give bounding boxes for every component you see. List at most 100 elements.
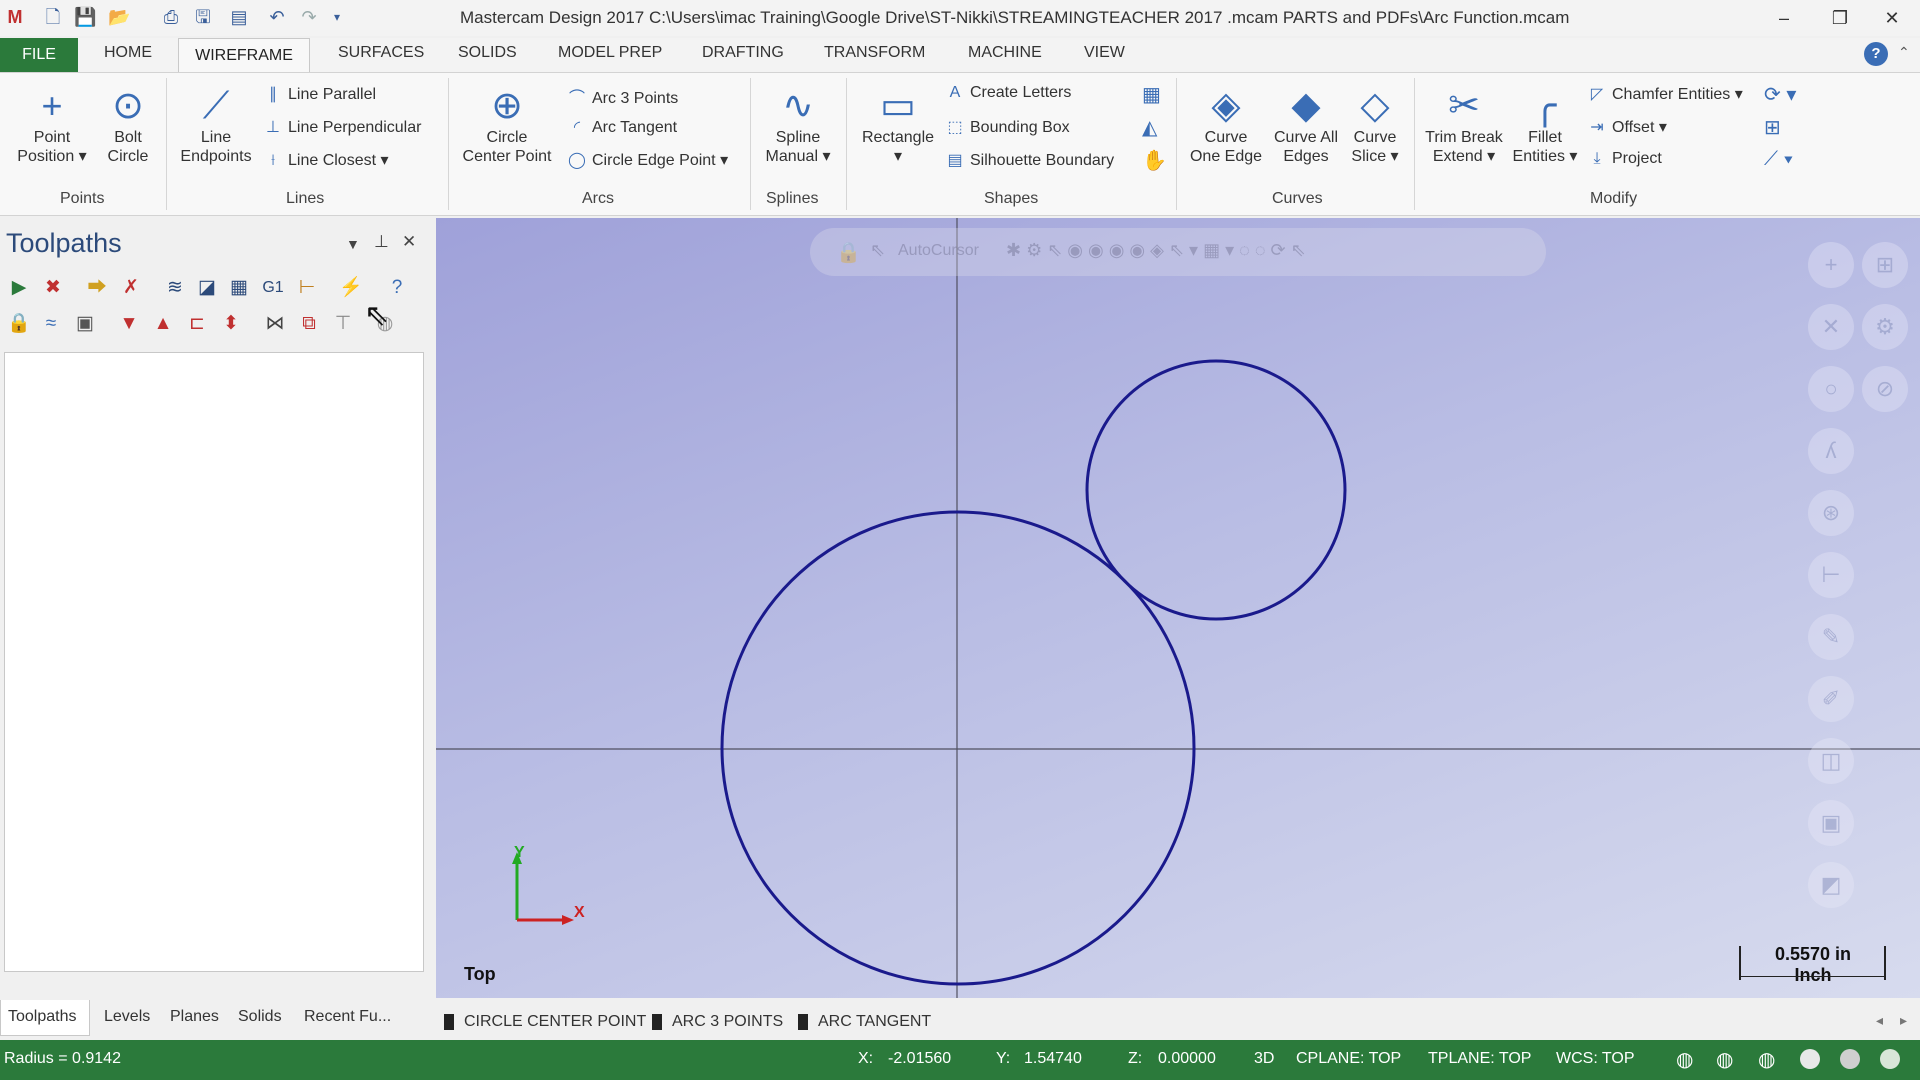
lock-icon[interactable]: 🔒 (6, 311, 32, 337)
tab-recent-functions[interactable]: Recent Fu... (304, 1008, 391, 1026)
arc-tangent-button[interactable]: ◜ Arc Tangent (566, 117, 677, 137)
rectangle-button[interactable]: ▭ Rectangle ▾ (852, 84, 944, 166)
globe-shaded-icon[interactable]: ◍ (1758, 1047, 1775, 1072)
pin-icon[interactable]: ⊥ (374, 232, 389, 252)
line-parallel-button[interactable]: ∥ Line Parallel (262, 84, 376, 104)
minimize-button[interactable]: – (1764, 6, 1804, 30)
panel-menu-icon[interactable]: ▼ (346, 236, 360, 252)
sphere-shaded-icon[interactable] (1840, 1049, 1860, 1069)
scroll-left-icon[interactable]: ◂ (1876, 1012, 1883, 1029)
toggle-display-icon[interactable]: ≈ (38, 311, 64, 337)
tab-toolpaths[interactable]: Toolpaths (8, 1008, 77, 1026)
save-icon[interactable]: 💾 (74, 6, 96, 28)
line-endpoints-button[interactable]: ⟋ Line Endpoints (172, 84, 260, 166)
new-file-icon[interactable]: 🗋 (42, 6, 64, 28)
view-dimension-icon[interactable]: ⊢ (1808, 552, 1854, 598)
modify-length-icon[interactable]: ⟋ ▾ (1764, 148, 1793, 171)
view-grid-icon[interactable]: ⊞ (1862, 242, 1908, 288)
move-insert-icon[interactable]: ⊢ (294, 275, 320, 301)
backplot-icon[interactable]: ≋ (162, 275, 188, 301)
small-circle[interactable] (1085, 359, 1347, 621)
tab-surfaces[interactable]: SURFACES (338, 44, 424, 62)
regenerate-icon[interactable]: ⮕ (84, 275, 110, 301)
toolpath-list[interactable] (4, 352, 424, 972)
toggle-post-icon[interactable]: ▣ (72, 311, 98, 337)
autocursor-label[interactable]: AutoCursor (898, 242, 979, 260)
z-label[interactable]: Z: (1128, 1050, 1142, 1068)
select-all-operations-icon[interactable]: ▶ (6, 275, 32, 301)
globe-wire-icon[interactable]: ◍ (1716, 1047, 1733, 1072)
function-tab-arc-tangent[interactable]: ARC TANGENT (818, 1013, 931, 1031)
function-tab-arc-3-points[interactable]: ARC 3 POINTS (672, 1013, 783, 1031)
arc-3-points-button[interactable]: ⌒ Arc 3 Points (566, 84, 678, 108)
curve-all-edges-button[interactable]: ◆ Curve All Edges (1264, 84, 1348, 166)
filter-icon[interactable]: ⊤ (330, 311, 356, 337)
mode-3d[interactable]: 3D (1254, 1050, 1274, 1068)
deselect-operations-icon[interactable]: ✖ (40, 275, 66, 301)
verify-icon[interactable]: ◪ (194, 275, 220, 301)
sphere-translucent-icon[interactable] (1880, 1049, 1900, 1069)
curve-slice-button[interactable]: ◇ Curve Slice ▾ (1340, 84, 1410, 166)
view-brush-icon[interactable]: ✐ (1808, 676, 1854, 722)
sphere-icon[interactable] (1800, 1049, 1820, 1069)
tab-home[interactable]: HOME (104, 44, 152, 62)
panel-close-icon[interactable]: ✕ (402, 232, 416, 252)
tab-drafting[interactable]: DRAFTING (702, 44, 784, 62)
move-down-icon[interactable]: ▼ (116, 311, 142, 337)
view-target-icon[interactable]: ⊛ (1808, 490, 1854, 536)
redo-icon[interactable]: ↷ (298, 6, 320, 28)
globe-icon[interactable]: ◍ (1676, 1047, 1693, 1072)
only-display-selected-icon[interactable]: ⋈ (262, 311, 288, 337)
circle-center-point-button[interactable]: ⊕ Circle Center Point (454, 84, 560, 166)
file-menu[interactable]: FILE (0, 38, 78, 72)
regenerate-dirty-icon[interactable]: ✗ (118, 275, 144, 301)
view-box-icon[interactable]: ▣ (1808, 800, 1854, 846)
tab-levels[interactable]: Levels (104, 1008, 150, 1026)
scroll-right-icon[interactable]: ▸ (1900, 1012, 1907, 1029)
large-circle[interactable] (720, 510, 1196, 986)
tplane-status[interactable]: TPLANE: TOP (1428, 1050, 1531, 1068)
gear-shape-icon[interactable]: ▦ (1142, 82, 1161, 107)
line-closest-button[interactable]: ⟊ Line Closest ▾ (262, 150, 389, 170)
tab-solids[interactable]: Solids (238, 1008, 282, 1026)
highfeed-icon[interactable]: ⚡ (338, 275, 364, 301)
view-circle-icon[interactable]: ○ (1808, 366, 1854, 412)
move-up-icon[interactable]: ▲ (150, 311, 176, 337)
bounding-box-button[interactable]: ⬚ Bounding Box (944, 117, 1069, 137)
modify-rotate-icon[interactable]: ⟳ ▾ (1764, 82, 1796, 107)
properties-icon[interactable]: ▤ (228, 6, 250, 28)
view-plus-icon[interactable]: + (1808, 242, 1854, 288)
wcs-status[interactable]: WCS: TOP (1556, 1050, 1635, 1068)
view-block-icon[interactable]: ⊘ (1862, 366, 1908, 412)
create-letters-button[interactable]: A Create Letters (944, 84, 1072, 102)
tab-transform[interactable]: TRANSFORM (824, 44, 925, 62)
cplane-status[interactable]: CPLANE: TOP (1296, 1050, 1401, 1068)
help-icon[interactable]: ? (1864, 42, 1888, 66)
simulate-icon[interactable]: ▦ (226, 275, 252, 301)
geometry-canvas[interactable] (436, 218, 1920, 998)
shape-tool-icon[interactable]: ◭ (1142, 115, 1157, 140)
bolt-circle-button[interactable]: ⊙ Bolt Circle (94, 84, 162, 166)
view-solid-icon[interactable]: ◫ (1808, 738, 1854, 784)
tab-model-prep[interactable]: MODEL PREP (558, 44, 662, 62)
autocursor-tools-icon[interactable]: ✱ ⚙ ⇖ ◉ ◉ ◉ ◉ ◈ ⇖ ▾ ▦ ▾ ◌ ◌ ⟳ ⇖ (1006, 240, 1306, 261)
z-value[interactable]: 0.00000 (1158, 1050, 1216, 1068)
tab-machine[interactable]: MACHINE (968, 44, 1042, 62)
tab-solids[interactable]: SOLIDS (458, 44, 517, 62)
collapse-ribbon-icon[interactable]: ⌃ (1898, 44, 1910, 61)
chamfer-entities-button[interactable]: ◸ Chamfer Entities ▾ (1586, 84, 1743, 104)
customize-quick-access-icon[interactable]: ▾ (326, 6, 348, 28)
spline-manual-button[interactable]: ∿ Spline Manual ▾ (756, 84, 840, 166)
autocursor-toolbar[interactable]: 🔒 ⇖ AutoCursor ✱ ⚙ ⇖ ◉ ◉ ◉ ◉ ◈ ⇖ ▾ ▦ ▾ ◌… (810, 228, 1546, 276)
line-perpendicular-button[interactable]: ⊥ Line Perpendicular (262, 117, 421, 137)
lock-cursor-icon[interactable]: 🔒 (836, 240, 861, 265)
scroll-to-insert-icon[interactable]: ⬍ (218, 311, 244, 337)
print-icon[interactable]: ⎙ (160, 6, 182, 28)
undo-icon[interactable]: ↶ (266, 6, 288, 28)
autocursor-icon[interactable]: ⇖ (870, 240, 885, 261)
post-g1-icon[interactable]: G1 (260, 275, 286, 301)
save-as-icon[interactable]: 🖫 (192, 6, 214, 28)
tab-planes[interactable]: Planes (170, 1008, 219, 1026)
offset-button[interactable]: ⇥ Offset ▾ (1586, 117, 1667, 137)
modify-box-icon[interactable]: ⊞ (1764, 115, 1781, 140)
